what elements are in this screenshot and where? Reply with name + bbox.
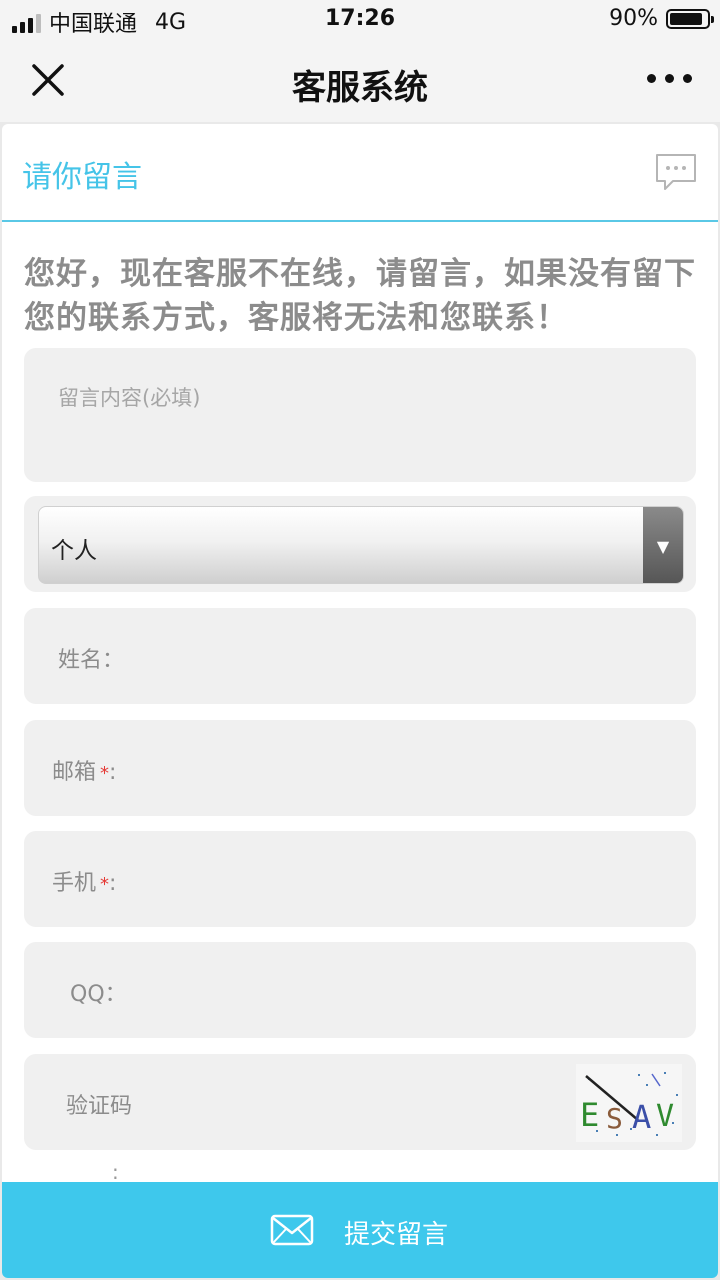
captcha-char-1: E (580, 1096, 599, 1134)
network-type: 4G (155, 9, 187, 35)
email-input[interactable]: 邮箱 *: (24, 720, 696, 816)
status-right: 90% (609, 6, 714, 31)
captcha-char-4: V (656, 1099, 674, 1134)
phone-input[interactable]: 手机 *: (24, 831, 696, 927)
offline-notice: 您好，现在客服不在线，请留言，如果没有留下您的联系方式，客服将无法和您联系！ (24, 256, 696, 336)
submit-button[interactable]: 提交留言 (2, 1182, 718, 1278)
name-input[interactable]: 姓名： (24, 608, 696, 704)
battery-icon (666, 8, 714, 29)
stray-colon: : (112, 1160, 119, 1184)
nav-bar: 客服系统 (0, 40, 720, 122)
type-select-value: 个人 (51, 538, 97, 564)
status-bar: 中国联通 4G 17:26 90% (0, 0, 720, 40)
submit-label: 提交留言 (344, 1220, 449, 1250)
battery-level (670, 12, 703, 25)
card-title: 请你留言 (22, 160, 142, 195)
more-options-icon[interactable] (647, 74, 692, 83)
qq-label: QQ： (70, 982, 127, 1007)
message-card: 请你留言 您好，现在客服不在线，请留言，如果没有留下您的联系方式，客服将无法和您… (2, 124, 718, 1278)
name-label: 姓名： (58, 648, 125, 673)
card-header: 请你留言 (2, 124, 718, 222)
captcha-image[interactable]: E S A V (576, 1064, 682, 1142)
signal-icon (12, 11, 41, 33)
captcha-char-3: A (632, 1098, 651, 1136)
captcha-char-2: S (606, 1102, 623, 1135)
required-mark: * (100, 763, 110, 784)
phone-label: 手机 *: (52, 871, 117, 896)
captcha-input[interactable]: 验证码 E S A V (24, 1054, 696, 1150)
close-icon[interactable] (30, 62, 66, 98)
envelope-icon (270, 1214, 314, 1246)
required-mark: * (100, 874, 110, 895)
battery-percent: 90% (609, 6, 658, 31)
qq-input[interactable]: QQ： (24, 942, 696, 1038)
carrier-name: 中国联通 (49, 12, 138, 37)
email-label: 邮箱 *: (52, 760, 117, 785)
page-title: 客服系统 (292, 68, 428, 108)
message-placeholder: 留言内容(必填) (58, 386, 201, 410)
status-left: 中国联通 4G (12, 6, 186, 38)
type-select[interactable]: 个人 ▼ (38, 506, 684, 584)
chat-bubble-icon (656, 154, 696, 190)
type-select-container: 个人 ▼ (24, 496, 696, 592)
message-input[interactable]: 留言内容(必填) (24, 348, 696, 482)
dropdown-arrow-icon: ▼ (643, 507, 683, 583)
captcha-label: 验证码 (66, 1094, 133, 1119)
